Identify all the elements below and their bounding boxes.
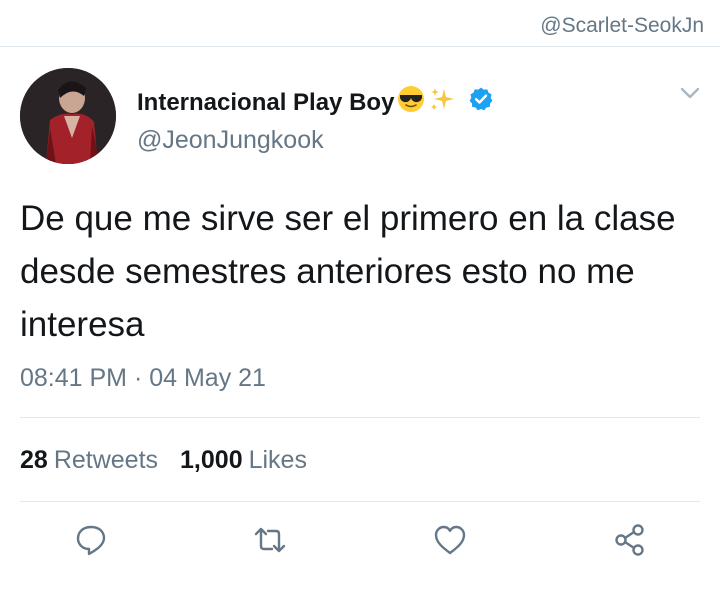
share-button[interactable] bbox=[612, 522, 648, 558]
stats-divider-bottom bbox=[20, 501, 700, 502]
reply-icon bbox=[76, 525, 106, 556]
watermark-text: @Scarlet-SeokJn bbox=[540, 14, 704, 37]
like-icon bbox=[434, 525, 466, 555]
tweet-text: De que me sirve ser el primero en la cla… bbox=[20, 199, 676, 344]
display-name[interactable]: Internacional Play Boy bbox=[137, 89, 394, 117]
avatar-photo bbox=[20, 68, 116, 164]
reply-button[interactable] bbox=[73, 522, 109, 558]
tweet-timestamp[interactable]: 08:41 PM · 04 May 21 bbox=[20, 364, 266, 393]
tweet-actions bbox=[0, 522, 720, 562]
retweet-icon bbox=[254, 527, 286, 553]
retweets-stat[interactable]: 28 Retweets bbox=[20, 446, 158, 475]
like-button[interactable] bbox=[432, 522, 468, 558]
avatar[interactable] bbox=[20, 68, 116, 164]
likes-count: 1,000 bbox=[180, 446, 243, 474]
user-handle[interactable]: @JeonJungkook bbox=[137, 126, 324, 155]
retweet-button[interactable] bbox=[252, 522, 288, 558]
header-divider bbox=[0, 46, 720, 47]
display-name-row[interactable]: Internacional Play Boy bbox=[137, 84, 494, 121]
share-icon bbox=[615, 524, 644, 556]
retweets-count: 28 bbox=[20, 446, 48, 474]
tweet-stats: 28 Retweets 1,000 Likes bbox=[20, 446, 307, 475]
sparkles-emoji-icon bbox=[428, 85, 456, 120]
chevron-down-icon[interactable] bbox=[680, 86, 700, 100]
retweets-label: Retweets bbox=[53, 446, 159, 474]
likes-label: Likes bbox=[248, 446, 307, 474]
likes-stat[interactable]: 1,000 Likes bbox=[180, 446, 307, 475]
sunglasses-emoji-icon bbox=[396, 84, 426, 121]
verified-badge-icon bbox=[468, 86, 494, 119]
stats-divider-top bbox=[20, 417, 700, 418]
